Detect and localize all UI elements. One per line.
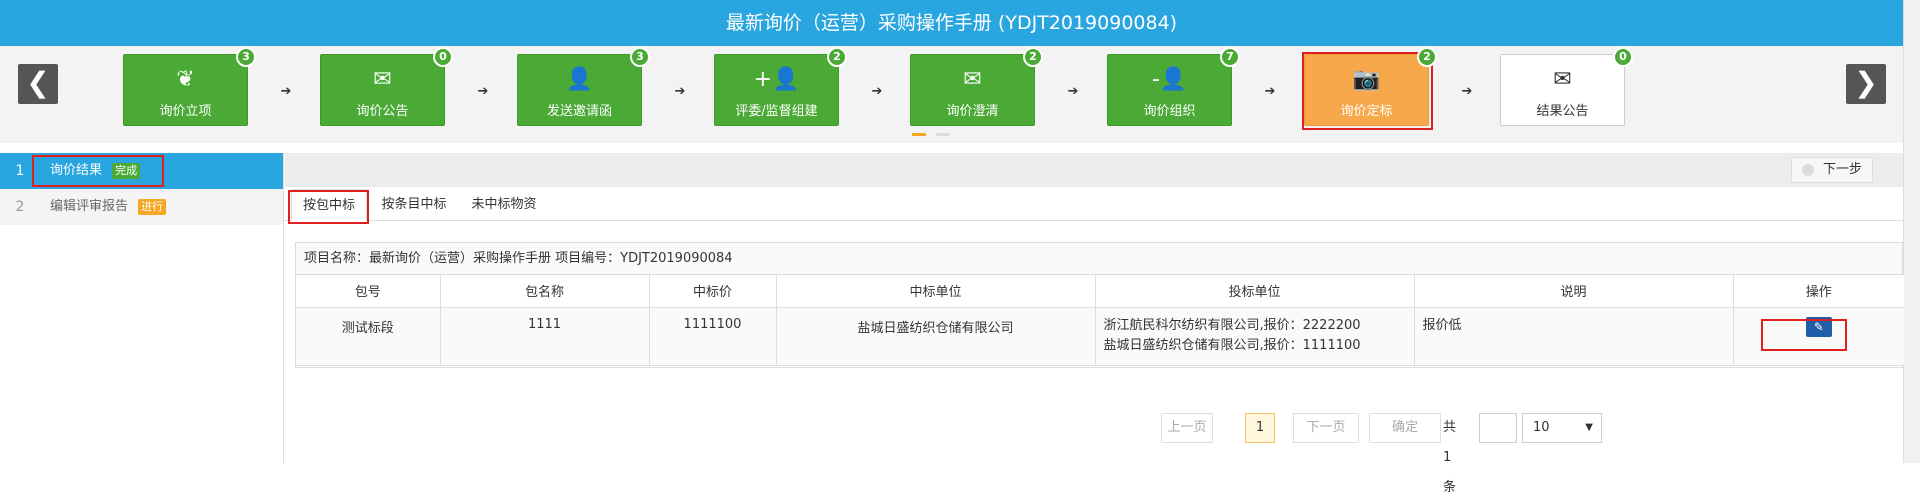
next-step-label: 下一步 (1822, 162, 1862, 177)
step-count-badge: 2 (1417, 47, 1437, 67)
step-inquiry-clarification[interactable]: ✉ 询价澄清 2 (910, 47, 1043, 126)
sidebar-item-inquiry-result[interactable]: 1 询价结果 完成 (0, 153, 283, 189)
step-count-badge: 7 (1220, 47, 1240, 67)
carousel-indicator[interactable] (936, 133, 950, 136)
page-jump-input[interactable] (1479, 413, 1517, 443)
column-header: 包号 (296, 275, 441, 308)
step-count-badge: 0 (1613, 47, 1633, 67)
bidders-cell: 浙江航民科尔纺织有限公司,报价：2222200 盐城日盛纺织仓储有限公司,报价：… (1095, 307, 1415, 366)
main-content: 下一步 按包中标 按条目中标 未中标物资 项目名称：最新询价（运营）采购操作手册… (285, 153, 1904, 495)
tab-label: 按条目中标 (381, 197, 447, 212)
step-label: 询价定标 (1340, 104, 1393, 119)
highlight-box (1761, 319, 1847, 351)
chevron-right-icon: ❯ (1854, 66, 1878, 99)
envelope-icon: ✉ (373, 67, 392, 92)
step-label: 结果公告 (1536, 104, 1589, 119)
page-title: 最新询价（运营）采购操作手册 (YDJT2019090084) (0, 0, 1903, 46)
prev-page-button[interactable]: 上一页 (1161, 413, 1213, 443)
column-header: 中标价 (649, 275, 777, 308)
step-send-invitation[interactable]: 👤 发送邀请函 3 (517, 47, 650, 126)
status-badge: 进行 (138, 198, 167, 215)
sidebar-item-label: 询价结果 (50, 163, 103, 178)
step-label: 评委/监督组建 (735, 104, 818, 119)
winner-cell: 盐城日盛纺织仓储有限公司 (776, 307, 1096, 366)
step-count-badge: 0 (433, 47, 453, 67)
step-count-badge: 3 (630, 47, 650, 67)
step-award-decision[interactable]: 📷 询价定标 2 (1302, 47, 1437, 130)
bidder-line: 浙江航民科尔纺织有限公司,报价：2222200 (1103, 317, 1361, 333)
award-table: 包号 包名称 中标价 中标单位 投标单位 说明 操作 测试标段 1111 111… (296, 275, 1904, 366)
status-badge: 完成 (112, 162, 141, 179)
sidebar-item-label: 编辑评审报告 (50, 199, 129, 214)
arrow-right-icon: ➔ (1264, 84, 1276, 99)
project-info: 项目名称：最新询价（运营）采购操作手册 项目编号：YDJT2019090084 (296, 243, 1902, 275)
carousel-indicator-active[interactable] (912, 133, 926, 136)
page-size-value: 10 (1533, 420, 1550, 435)
step-inquiry-setup[interactable]: ❦ 询价立项 3 (123, 47, 256, 126)
tab-by-package[interactable]: 按包中标 (288, 189, 369, 224)
arrow-right-icon: ➔ (1461, 84, 1473, 99)
next-circle-icon (1802, 164, 1814, 176)
step-label: 询价公告 (356, 104, 409, 119)
column-header: 操作 (1733, 275, 1904, 308)
sidebar: 1 询价结果 完成 2 编辑评审报告 进行 (0, 153, 284, 463)
table-header-row: 包号 包名称 中标价 中标单位 投标单位 说明 操作 (296, 275, 1904, 308)
highlight-box (288, 190, 369, 224)
arrow-right-icon: ➔ (871, 84, 883, 99)
step-inquiry-organization[interactable]: -👤 询价组织 7 (1107, 47, 1240, 126)
user-remove-icon: -👤 (1151, 67, 1188, 92)
sidebar-item-number: 2 (15, 199, 25, 215)
tab-label: 未中标物资 (471, 197, 537, 212)
arrow-right-icon: ➔ (477, 84, 489, 99)
caret-down-icon: ▼ (1585, 422, 1593, 433)
arrow-right-icon: ➔ (674, 84, 686, 99)
step-result-announcement[interactable]: ✉ 结果公告 0 (1500, 47, 1633, 126)
step-label: 询价组织 (1143, 104, 1196, 119)
page-number-button[interactable]: 1 (1245, 413, 1275, 443)
column-header: 说明 (1414, 275, 1734, 308)
table-row: 测试标段 1111 1111100 盐城日盛纺织仓储有限公司 浙江航民科尔纺织有… (296, 307, 1904, 366)
total-count: 共1条 (1443, 420, 1457, 495)
note-cell: 报价低 (1414, 307, 1734, 366)
step-count-badge: 2 (1023, 47, 1043, 67)
next-steps-button[interactable]: ❯ (1846, 64, 1886, 104)
user-icon: 👤 (565, 67, 594, 92)
page-size-select[interactable]: 10 ▼ (1522, 413, 1602, 443)
leaf-icon: ❦ (176, 67, 195, 92)
arrow-right-icon: ➔ (1067, 84, 1079, 99)
user-add-icon: +👤 (753, 67, 800, 92)
confirm-page-button[interactable]: 确定 (1369, 413, 1441, 443)
sidebar-item-edit-report[interactable]: 2 编辑评审报告 进行 (0, 189, 283, 225)
package-name-cell: 1111 (440, 307, 650, 366)
arrow-right-icon: ➔ (280, 84, 292, 99)
envelope-icon: ✉ (1553, 67, 1572, 92)
bidder-line: 盐城日盛纺织仓储有限公司,报价：1111100 (1103, 337, 1361, 353)
tab-unawarded-materials[interactable]: 未中标物资 (461, 189, 547, 221)
content-toolbar: 下一步 (285, 153, 1903, 187)
step-count-badge: 3 (236, 47, 256, 67)
sidebar-item-number: 1 (15, 163, 25, 179)
next-step-button[interactable]: 下一步 (1791, 157, 1873, 183)
step-label: 询价立项 (159, 104, 212, 119)
vertical-scrollbar[interactable] (1903, 0, 1920, 463)
award-result-panel: 项目名称：最新询价（运营）采购操作手册 项目编号：YDJT2019090084 … (295, 242, 1904, 368)
step-committee-setup[interactable]: +👤 评委/监督组建 2 (714, 47, 847, 126)
column-header: 包名称 (440, 275, 650, 308)
column-header: 投标单位 (1095, 275, 1415, 308)
workflow-steps-bar: ❮ ❦ 询价立项 3 ➔ ✉ 询价公告 0 ➔ 👤 发送邀请函 3 ➔ +👤 评… (0, 46, 1903, 143)
step-count-badge: 2 (827, 47, 847, 67)
tab-by-item[interactable]: 按条目中标 (371, 189, 457, 221)
tab-bar: 按包中标 按条目中标 未中标物资 (285, 189, 1903, 224)
next-page-button[interactable]: 下一页 (1293, 413, 1359, 443)
envelope-icon: ✉ (963, 67, 982, 92)
step-label: 发送邀请函 (546, 104, 612, 119)
chevron-left-icon: ❮ (26, 66, 50, 99)
winning-price-cell: 1111100 (649, 307, 777, 366)
step-label: 询价澄清 (946, 104, 999, 119)
package-no-cell: 测试标段 (296, 307, 441, 366)
column-header: 中标单位 (776, 275, 1096, 308)
camera-icon: 📷 (1352, 67, 1381, 92)
step-inquiry-announcement[interactable]: ✉ 询价公告 0 (320, 47, 453, 126)
prev-steps-button[interactable]: ❮ (18, 64, 58, 104)
